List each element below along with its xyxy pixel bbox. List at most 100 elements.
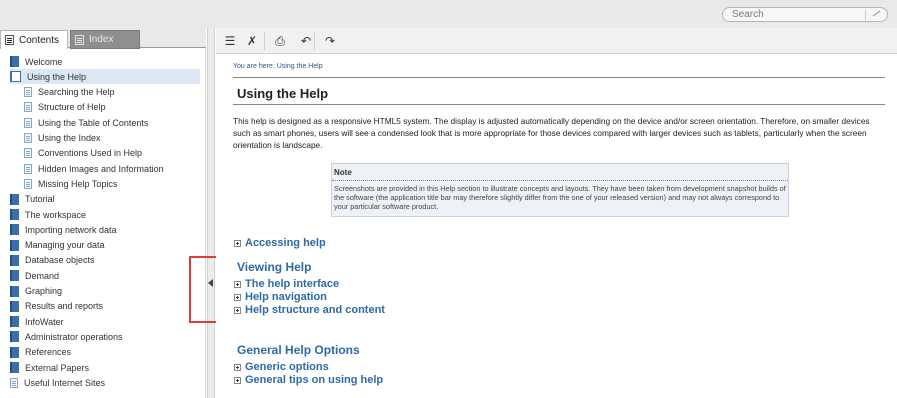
toc-item[interactable]: The workspace [10, 207, 200, 222]
expand-icon [234, 293, 241, 301]
print-icon: ⎙ [275, 34, 285, 48]
toc-item[interactable]: Results and reports [10, 299, 200, 314]
toc-item[interactable]: Useful Internet Sites [10, 375, 200, 390]
toc-item-label: Managing your data [25, 240, 105, 251]
viewing-help-heading: Viewing Help [237, 260, 312, 274]
toc-item[interactable]: Using the Help [10, 69, 200, 85]
toc-item[interactable]: Welcome [10, 54, 200, 69]
book-icon [10, 239, 19, 251]
toc-item[interactable]: External Papers [10, 360, 200, 375]
nav-tabs: Contents Index [0, 28, 206, 49]
pane-splitter[interactable] [207, 28, 215, 398]
book-icon [10, 193, 19, 205]
book-open-icon [10, 71, 21, 83]
book-icon [10, 331, 19, 343]
toc-item[interactable]: Database objects [10, 253, 200, 268]
book-icon [10, 224, 19, 236]
page-icon [10, 377, 18, 388]
search-input[interactable]: Search [722, 7, 888, 22]
book-icon [10, 254, 19, 266]
toolbar-separator [264, 32, 265, 50]
toc-item[interactable]: Using the Table of Contents [24, 115, 200, 130]
toc-item-label: Using the Table of Contents [38, 117, 149, 128]
toc-item-label: References [25, 347, 72, 358]
toc-item-label: Results and reports [25, 301, 104, 312]
divider [233, 77, 885, 78]
toolbar-separator [314, 32, 315, 50]
toc-item-label: Database objects [25, 255, 95, 266]
back-button[interactable]: ↶ [296, 33, 316, 49]
book-icon [10, 270, 19, 282]
toc-item-label: The workspace [25, 209, 87, 220]
toc-item[interactable]: References [10, 345, 200, 360]
tab-contents[interactable]: Contents [0, 30, 68, 49]
print-button[interactable]: ⎙ [270, 33, 290, 49]
page-icon [24, 163, 32, 174]
toc-item[interactable]: Administrator operations [10, 329, 200, 344]
book-icon [10, 285, 19, 297]
tab-index[interactable]: Index [70, 30, 140, 49]
toc-item-label: Conventions Used in Help [38, 148, 143, 159]
search-icon[interactable] [865, 9, 885, 20]
toc-item[interactable]: Searching the Help [24, 85, 200, 100]
help-structure-label: Help structure and content [245, 304, 385, 316]
page-title: Using the Help [237, 86, 329, 101]
toc-item[interactable]: Structure of Help [24, 100, 200, 115]
page-icon [24, 117, 32, 128]
toc-item[interactable]: Hidden Images and Information [24, 161, 200, 176]
accessing-help-toggle[interactable]: Accessing help [234, 237, 326, 249]
toc-item-label: Searching the Help [38, 87, 115, 98]
book-icon [10, 346, 19, 358]
generic-options-toggle[interactable]: Generic options [234, 361, 329, 373]
help-navigation-label: Help navigation [245, 291, 327, 303]
toc-item[interactable]: Managing your data [10, 238, 200, 253]
toc-item[interactable]: Demand [10, 268, 200, 283]
contents-icon [5, 35, 14, 45]
help-navigation-toggle[interactable]: Help navigation [234, 291, 327, 303]
toc-item-label: Useful Internet Sites [24, 377, 106, 388]
toc-item-label: Missing Help Topics [38, 178, 118, 189]
toc-item[interactable]: Missing Help Topics [24, 176, 200, 191]
help-interface-toggle[interactable]: The help interface [234, 278, 339, 290]
index-icon [75, 34, 84, 45]
expand-icon [234, 376, 241, 384]
toc-item-label: Using the Index [38, 133, 101, 143]
note-box: Note Screenshots are provided in this He… [331, 163, 789, 217]
list-icon: ☰ [224, 34, 236, 48]
toc-item[interactable]: Conventions Used in Help [24, 146, 200, 161]
generic-options-label: Generic options [245, 361, 329, 373]
toc-item[interactable]: Using the Index [24, 131, 200, 146]
toc-item-label: Welcome [25, 56, 63, 67]
top-bar: Search [0, 0, 897, 28]
page-icon [24, 87, 32, 98]
help-structure-toggle[interactable]: Help structure and content [234, 304, 385, 316]
toc-item-label: Hidden Images and Information [38, 163, 164, 174]
toc-item[interactable]: Importing network data [10, 222, 200, 237]
toc-item-label: Tutorial [25, 194, 55, 205]
toc-item[interactable]: Graphing [10, 284, 200, 299]
book-icon [10, 300, 19, 312]
remove-highlight-button[interactable]: ✗ [242, 33, 262, 49]
forward-button[interactable]: ↷ [320, 33, 340, 49]
breadcrumb[interactable]: You are here: Using the Help [233, 63, 323, 70]
toc-toggle-button[interactable]: ☰ [220, 33, 240, 49]
page-icon [24, 148, 32, 159]
general-tips-toggle[interactable]: General tips on using help [234, 374, 383, 386]
page-icon [24, 102, 32, 113]
intro-paragraph: This help is designed as a responsive HT… [233, 116, 870, 150]
expand-icon [234, 280, 241, 288]
book-icon [10, 316, 19, 328]
toc-item-label: Structure of Help [38, 102, 106, 113]
book-icon [10, 209, 19, 220]
note-header: Note [332, 167, 788, 181]
toc-item-label: Demand [25, 270, 60, 281]
content-toolbar: ☰ ✗ ⎙ ↶ ↷ [216, 28, 897, 54]
toc-item-label: Importing network data [25, 224, 117, 235]
toc-item-label: External Papers [25, 362, 90, 373]
general-options-heading: General Help Options [237, 343, 360, 357]
toc-item[interactable]: Tutorial [10, 192, 200, 207]
toc-item[interactable]: InfoWater [10, 314, 200, 329]
search-placeholder: Search [732, 9, 764, 20]
toc-item-label: Using the Help [27, 71, 87, 82]
page-icon [24, 178, 32, 189]
